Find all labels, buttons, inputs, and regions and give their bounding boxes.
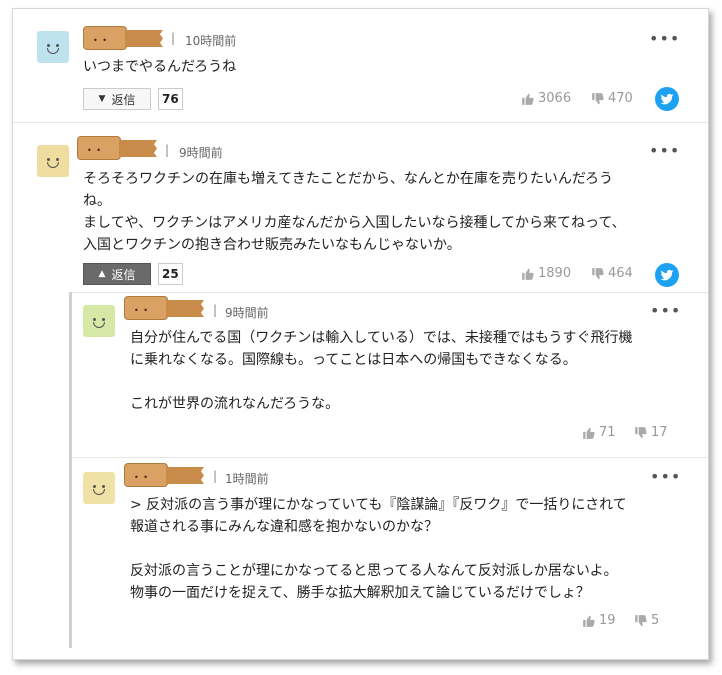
tape-roll-icon: • • (124, 463, 168, 487)
avatar-eye (56, 158, 59, 161)
avatar[interactable] (37, 145, 69, 177)
timestamp: 9時間前 (225, 306, 269, 320)
tape-roll-icon: • • (83, 26, 127, 50)
more-icon[interactable]: ••• (649, 141, 680, 160)
avatar[interactable] (83, 472, 115, 504)
chevron-up-icon: ▲ (98, 269, 106, 279)
thumbs-up-icon (522, 93, 534, 105)
dislike-count: 464 (608, 266, 633, 281)
reply-text: 自分が住んでる国（ワクチンは輸入している）では、未接種ではもうすぐ飛行機 に乗れ… (130, 330, 633, 412)
thumbs-down-icon (635, 426, 647, 438)
timestamp: 10時間前 (185, 34, 237, 48)
chevron-down-icon: ▼ (98, 94, 106, 104)
timestamp: 9時間前 (179, 146, 223, 160)
thumbs-down-icon (592, 267, 604, 279)
like-count: 19 (599, 613, 616, 628)
more-icon[interactable]: ••• (650, 467, 681, 486)
twitter-share-icon[interactable] (655, 87, 679, 111)
tape-strip (125, 30, 163, 47)
dislike-button[interactable]: 464 (591, 266, 633, 281)
avatar[interactable] (83, 305, 115, 337)
timestamp: 1時間前 (225, 472, 269, 486)
thumbs-down-icon (635, 614, 647, 626)
avatar[interactable] (37, 31, 69, 63)
dislike-count: 5 (651, 613, 660, 628)
reply-button[interactable]: ▼ 返信 (83, 88, 151, 110)
avatar-eye (102, 485, 105, 488)
reply-thread: • • | 9時間前 ••• 自分が住んでる国（ワクチンは輸入している）では、未… (69, 292, 708, 648)
tape-strip (166, 467, 204, 484)
dislike-button[interactable]: 17 (634, 425, 668, 440)
comment-text: いつまでやるんだろうね (83, 59, 237, 75)
thumbs-up-icon (583, 427, 595, 439)
avatar-mouth (93, 322, 105, 328)
like-button[interactable]: 19 (582, 613, 616, 628)
username-image[interactable]: • • (124, 462, 210, 488)
tape-strip (166, 300, 204, 317)
username-image[interactable]: • • (83, 25, 169, 51)
thumbs-up-icon (522, 268, 534, 280)
reply-button[interactable]: ▲ 返信 (83, 263, 151, 285)
dislike-count: 470 (608, 91, 633, 106)
like-count: 71 (599, 425, 616, 440)
avatar-eye (93, 485, 96, 488)
thumbs-down-icon (592, 92, 604, 104)
reply-label: 返信 (111, 92, 136, 107)
more-icon[interactable]: ••• (649, 29, 680, 48)
reply-label: 返信 (111, 267, 136, 282)
like-button[interactable]: 1890 (521, 266, 571, 281)
reply-count: 76 (158, 88, 183, 110)
separator: | (213, 469, 218, 483)
like-button[interactable]: 3066 (521, 91, 571, 106)
avatar-eye (56, 44, 59, 47)
reply-text: > 反対派の言う事が理にかなっていても『陰謀論』『反ワク』で一括りにされて 報道… (130, 497, 627, 601)
tape-roll-icon: • • (124, 296, 168, 320)
like-button[interactable]: 71 (582, 425, 616, 440)
like-count: 1890 (538, 266, 572, 281)
separator: | (213, 303, 218, 317)
dislike-button[interactable]: 5 (634, 613, 659, 628)
more-icon[interactable]: ••• (650, 301, 681, 320)
comment-text: そろそろワクチンの在庫も増えてきたことだから、なんとか在庫を売りたいんだろう ね… (83, 171, 626, 253)
avatar-eye (102, 318, 105, 321)
dislike-button[interactable]: 470 (591, 91, 633, 106)
comment: • • | 9時間前 ••• そろそろワクチンの在庫も増えてきたことだから、なん… (13, 123, 708, 291)
avatar-mouth (47, 162, 59, 168)
reply: • • | 9時間前 ••• 自分が住んでる国（ワクチンは輸入している）では、未… (72, 292, 708, 458)
like-count: 3066 (538, 91, 572, 106)
avatar-mouth (93, 489, 105, 495)
reply: • • | 1時間前 ••• > 反対派の言う事が理にかなっていても『陰謀論』『… (72, 458, 708, 648)
tape-roll-icon: • • (77, 136, 121, 160)
comment: • • | 10時間前 ••• いつまでやるんだろうね ▼ 返信 76 3066… (13, 9, 708, 123)
twitter-share-icon[interactable] (655, 263, 679, 287)
separator: | (171, 31, 176, 45)
avatar-mouth (47, 48, 59, 54)
username-image[interactable]: • • (77, 135, 163, 161)
avatar-eye (93, 318, 96, 321)
avatar-eye (47, 44, 50, 47)
reply-count: 25 (158, 263, 183, 285)
avatar-eye (47, 158, 50, 161)
dislike-count: 17 (651, 425, 668, 440)
tape-strip (119, 140, 157, 157)
separator: | (165, 143, 170, 157)
thumbs-up-icon (583, 615, 595, 627)
comment-thread: • • | 10時間前 ••• いつまでやるんだろうね ▼ 返信 76 3066… (12, 8, 709, 660)
username-image[interactable]: • • (124, 295, 210, 321)
